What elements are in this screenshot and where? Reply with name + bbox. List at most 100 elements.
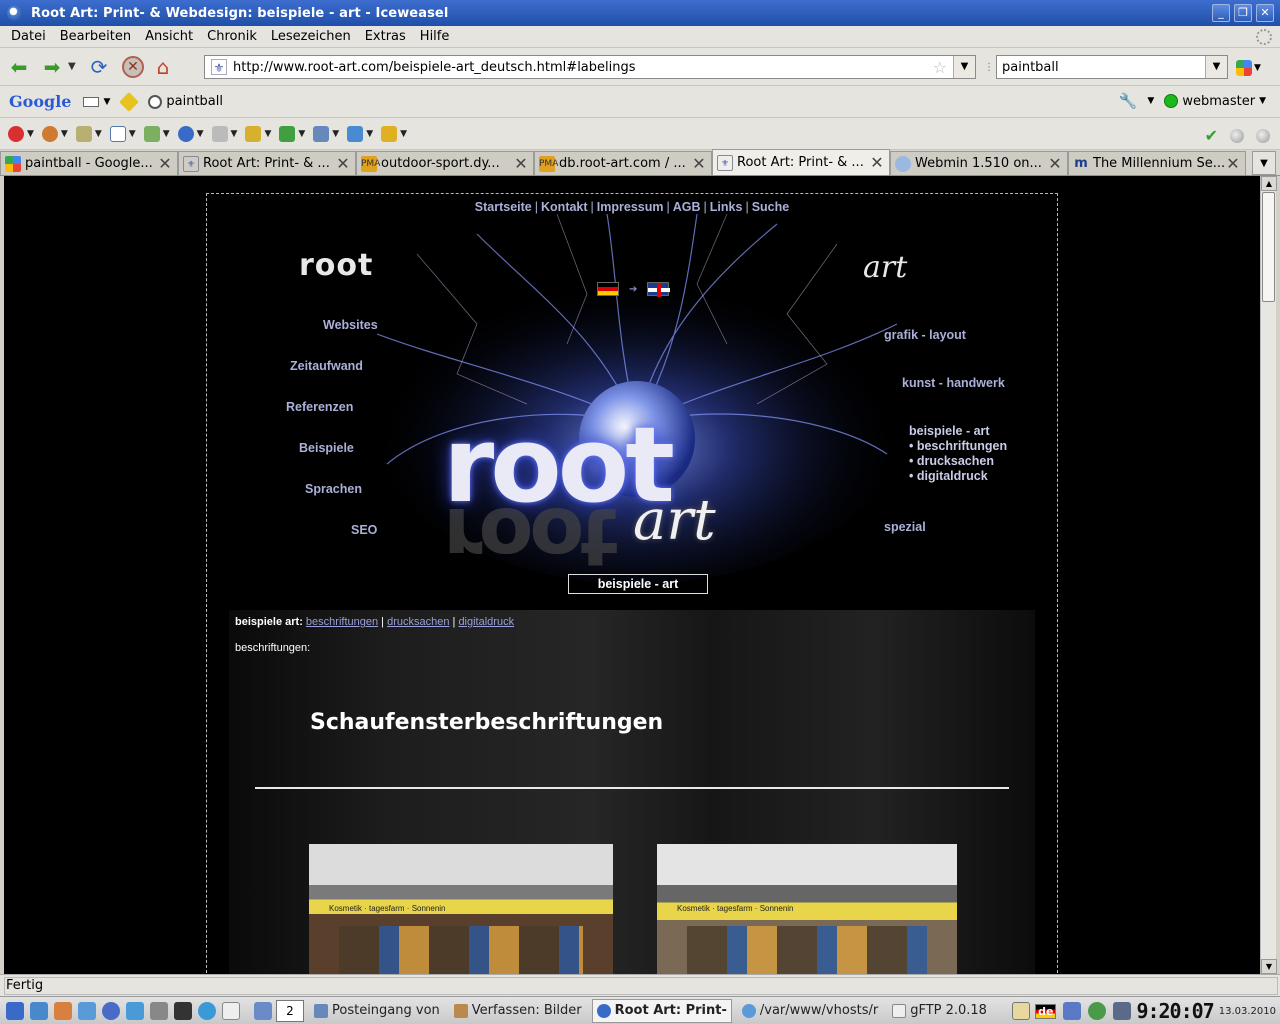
search-history-dropdown[interactable]: ▼	[1205, 56, 1227, 78]
menu-bearbeiten[interactable]: Bearbeiten	[53, 29, 138, 44]
menu-extras[interactable]: Extras	[358, 29, 413, 44]
tab-millennium[interactable]: m The Millennium Se... ✕	[1068, 151, 1246, 175]
link-kunst-handwerk[interactable]: kunst - handwerk	[902, 376, 1005, 390]
menu-datei[interactable]: Datei	[4, 29, 53, 44]
monitor-icon[interactable]	[1113, 1002, 1132, 1020]
url-bar[interactable]: ⚜ http://www.root-art.com/beispiele-art_…	[204, 55, 976, 79]
nav-agb[interactable]: AGB	[673, 200, 701, 214]
options-tool-button[interactable]: ▼	[381, 125, 407, 142]
home-icon[interactable]	[54, 1001, 72, 1020]
tab-paintball-google[interactable]: paintball - Google... ✕	[0, 151, 178, 175]
console-icon[interactable]	[174, 1001, 192, 1020]
google-logo[interactable]: Google	[9, 92, 71, 111]
cookies-tool-button[interactable]: ▼	[41, 125, 68, 142]
clock[interactable]: 9:20:07	[1136, 999, 1214, 1023]
task-posteingang[interactable]: Posteingang von	[310, 999, 444, 1023]
highlight-button[interactable]	[119, 91, 140, 112]
german-flag-icon[interactable]	[597, 282, 619, 296]
bookmark-star-icon[interactable]: ☆	[933, 58, 947, 77]
task-gftp[interactable]: gFTP 2.0.18	[888, 999, 991, 1023]
account-button[interactable]: webmaster ▼	[1164, 94, 1266, 109]
link-referenzen[interactable]: Referenzen	[286, 400, 353, 414]
google-search-term-button[interactable]: paintball	[148, 94, 223, 109]
menu-lesezeichen[interactable]: Lesezeichen	[264, 29, 358, 44]
tab-root-art-1[interactable]: ⚜ Root Art: Print- & ... ✕	[178, 151, 356, 175]
resize-tool-button[interactable]: ▼	[279, 125, 305, 142]
search-bar[interactable]: paintball ▼	[996, 55, 1228, 79]
search-engine-button[interactable]: ▼	[1236, 57, 1270, 79]
package-icon[interactable]	[126, 1001, 144, 1020]
menu-chronik[interactable]: Chronik	[200, 29, 264, 44]
outline-tool-button[interactable]: ▼	[245, 125, 271, 142]
help-icon[interactable]	[198, 1001, 216, 1020]
submenu-beschriftungen[interactable]: • beschriftungen	[909, 439, 1007, 454]
browser-icon[interactable]	[102, 1001, 120, 1020]
images-tool-button[interactable]: ▼	[143, 125, 170, 142]
css-status-icon[interactable]	[1230, 128, 1244, 143]
shop-window-photo-1[interactable]: Kosmetik · tagesfarm · Sonnenin	[309, 844, 613, 974]
shop-window-photo-2[interactable]: Kosmetik · tagesfarm · Sonnenin	[657, 844, 957, 974]
vertical-scrollbar[interactable]: ▲ ▼	[1260, 176, 1277, 974]
tab-outdoor-sport[interactable]: PMA outdoor-sport.dy... ✕	[356, 151, 534, 175]
maximize-button[interactable]: ❐	[1234, 4, 1252, 22]
scroll-thumb[interactable]	[1262, 192, 1275, 302]
link-seo[interactable]: SEO	[351, 523, 377, 537]
tab-webmin[interactable]: Webmin 1.510 on... ✕	[890, 151, 1068, 175]
logo-art-small[interactable]: art	[863, 250, 907, 285]
link-websites[interactable]: Websites	[323, 318, 378, 332]
history-dropdown-button[interactable]: ▼	[68, 61, 80, 72]
home-button[interactable]: ⌂	[149, 53, 177, 81]
klipper-icon[interactable]	[1012, 1002, 1031, 1020]
tab-root-art-active[interactable]: ⚜ Root Art: Print- & ... ✕	[712, 149, 890, 175]
submenu-drucksachen[interactable]: • drucksachen	[909, 454, 1007, 469]
close-button[interactable]: ✕	[1256, 4, 1274, 22]
close-tab-icon[interactable]: ✕	[691, 155, 707, 172]
back-button[interactable]: ⬅	[5, 53, 33, 81]
keyboard-layout-indicator[interactable]: de	[1035, 1003, 1057, 1019]
view-source-tool-button[interactable]: ▼	[347, 125, 373, 142]
nav-suche[interactable]: Suche	[752, 200, 790, 214]
wrench-icon[interactable]: 🔧	[1119, 92, 1138, 110]
desktop-pager[interactable]: 2	[276, 999, 304, 1022]
subnav-beschriftungen[interactable]: beschriftungen	[306, 616, 378, 628]
tab-list-button[interactable]: ▼	[1252, 151, 1276, 175]
settings-icon[interactable]	[150, 1001, 168, 1020]
close-tab-icon[interactable]: ✕	[513, 155, 529, 172]
logo-root-small[interactable]: root	[299, 248, 373, 283]
search-input[interactable]: paintball	[997, 60, 1205, 75]
link-spezial[interactable]: spezial	[884, 520, 926, 534]
task-vhosts[interactable]: /var/www/vhosts/r	[738, 999, 882, 1023]
misc-tool-button[interactable]: ▼	[211, 125, 237, 142]
subnav-digitaldruck[interactable]: digitaldruck	[458, 616, 514, 628]
tab-db-root-art[interactable]: PMA db.root-art.com / ... ✕	[534, 151, 712, 175]
disable-tool-button[interactable]: ▼	[8, 125, 34, 142]
css-tool-button[interactable]: ▼	[75, 125, 102, 142]
toolbar-splitter-icon[interactable]: ⋮	[984, 62, 994, 74]
scroll-up-icon[interactable]: ▲	[1261, 176, 1277, 191]
task-root-art[interactable]: Root Art: Print-	[591, 998, 732, 1023]
link-sprachen[interactable]: Sprachen	[305, 482, 362, 496]
link-zeitaufwand[interactable]: Zeitaufwand	[290, 359, 363, 373]
forms-tool-button[interactable]: ▼	[109, 125, 136, 142]
network-icon[interactable]	[78, 1001, 96, 1020]
stop-button[interactable]: ✕	[122, 55, 144, 78]
url-dropdown-button[interactable]: ▼	[953, 56, 975, 78]
close-tab-icon[interactable]: ✕	[869, 154, 885, 171]
subnav-drucksachen[interactable]: drucksachen	[387, 616, 449, 628]
nav-startseite[interactable]: Startseite	[475, 200, 532, 214]
close-tab-icon[interactable]: ✕	[335, 155, 351, 172]
information-tool-button[interactable]: ▼	[177, 125, 204, 142]
terminal-icon[interactable]	[30, 1001, 48, 1020]
nav-kontakt[interactable]: Kontakt	[541, 200, 588, 214]
settings-dropdown-icon[interactable]: ▼	[1147, 96, 1154, 106]
google-search-box-button[interactable]: ▼	[83, 96, 110, 107]
close-tab-icon[interactable]: ✕	[1047, 155, 1063, 172]
link-beispiele[interactable]: Beispiele	[299, 441, 354, 455]
desktop-icon[interactable]	[254, 1001, 272, 1020]
url-input[interactable]: http://www.root-art.com/beispiele-art_de…	[233, 60, 933, 75]
submenu-title[interactable]: beispiele - art	[909, 424, 1007, 439]
link-grafik-layout[interactable]: grafik - layout	[884, 328, 966, 342]
minimize-button[interactable]: _	[1212, 4, 1230, 22]
reload-button[interactable]: ⟳	[85, 53, 113, 81]
menu-ansicht[interactable]: Ansicht	[138, 29, 200, 44]
